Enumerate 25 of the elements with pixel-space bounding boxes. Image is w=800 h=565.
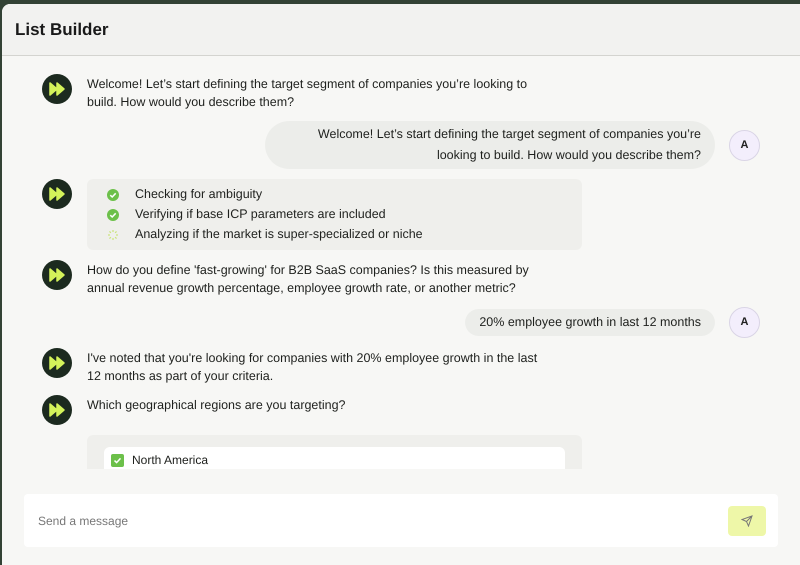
option-row[interactable]: North America <box>104 447 565 469</box>
user-avatar: A <box>729 307 760 338</box>
bot-message: Which geographical regions are you targeting? <box>87 397 346 414</box>
user-message: 20% employee growth in last 12 months <box>465 309 715 336</box>
fast-forward-icon <box>42 74 72 104</box>
window-title: List Builder <box>15 18 109 41</box>
step-label: Analyzing if the market is super-specialized or niche <box>135 226 423 243</box>
option-label: North America <box>132 453 208 467</box>
fast-forward-icon <box>42 260 72 290</box>
message-input[interactable]: Send a message <box>38 512 728 530</box>
check-icon <box>113 456 122 464</box>
step-label: Checking for ambiguity <box>135 186 262 203</box>
fast-forward-icon <box>42 395 72 425</box>
bot-message: Welcome! Let’s start defining the target segment of companies you’re looking to build. How would you describe them? <box>87 76 528 111</box>
send-button[interactable] <box>728 506 766 536</box>
step-label: Verifying if base ICP parameters are included <box>135 206 386 223</box>
bot-message: How do you define 'fast-growing' for B2B SaaS companies? Is this measured by annual revenue growth percentage, employee growth rate, or another metric? <box>87 262 530 297</box>
message-composer[interactable]: Send a message <box>24 494 778 547</box>
user-message: Welcome! Let’s start defining the target segment of companies you’re looking to build. How would you describe them? <box>265 121 715 169</box>
send-icon <box>741 514 753 526</box>
user-avatar: A <box>729 130 760 160</box>
bot-message: I've noted that you're looking for companies with 20% employee growth in the last 12 months as part of your criteria. <box>87 350 538 385</box>
checkbox[interactable] <box>111 454 124 466</box>
fast-forward-icon <box>42 179 72 209</box>
fast-forward-icon <box>42 348 72 378</box>
